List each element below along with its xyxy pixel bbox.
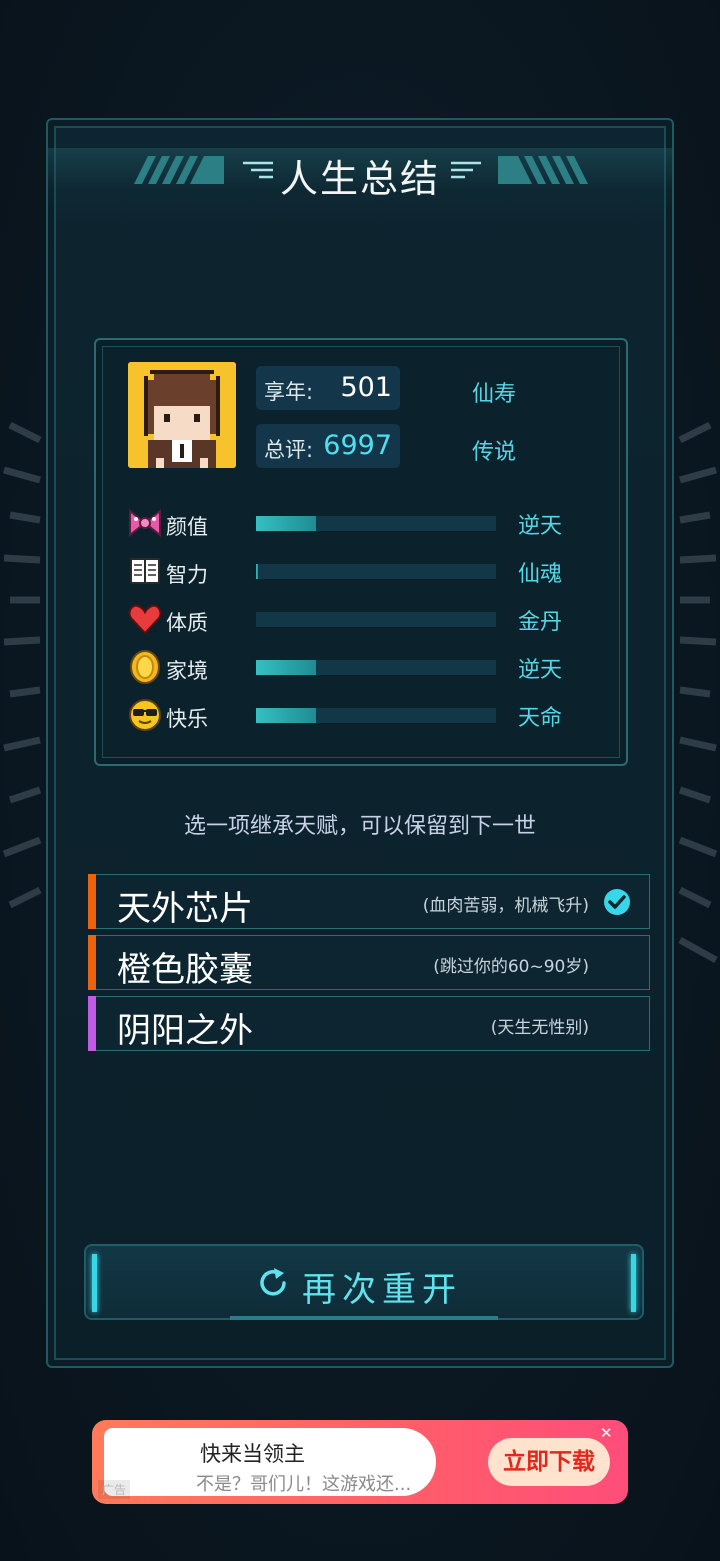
score-label: 总评:	[264, 438, 314, 462]
talent-desc: (跳过你的60~90岁)	[433, 957, 589, 977]
attr-bar-track	[256, 564, 496, 579]
avatar	[128, 362, 236, 468]
attr-grade: 逆天	[518, 658, 563, 683]
score-grade: 传说	[472, 440, 517, 465]
score-value: 6997	[323, 430, 392, 461]
attr-label: 智力	[166, 563, 208, 587]
attr-row-appearance: 颜值 逆天	[128, 504, 568, 544]
restart-underline	[230, 1316, 498, 1320]
sunglasses-face-icon	[129, 699, 161, 731]
talent-name: 橙色胶囊	[117, 950, 253, 990]
ad-close-icon[interactable]: ✕	[600, 1424, 613, 1442]
attr-bar-fill	[256, 564, 259, 579]
attr-row-constitution: 体质 金丹	[128, 600, 568, 640]
score-pill: 总评: 6997	[256, 424, 400, 468]
ad-title: 快来当领主	[200, 1442, 305, 1466]
page-title: 人生总结	[279, 157, 440, 201]
attr-grade: 仙魂	[518, 562, 563, 587]
stats-card: 享年: 501 仙寿 总评: 6997 传说 颜值 逆天 智力 仙魂 体质 金丹…	[94, 338, 628, 766]
attr-bar-fill	[256, 516, 316, 531]
attr-label: 快乐	[166, 707, 208, 731]
attr-bar-fill	[256, 708, 316, 723]
attr-label: 家境	[166, 659, 208, 683]
talent-color-bar	[88, 935, 96, 990]
attr-bar-fill	[256, 660, 316, 675]
age-label: 享年:	[264, 380, 314, 404]
book-icon	[130, 558, 160, 584]
check-icon	[604, 889, 630, 915]
talent-option-3[interactable]: 阴阳之外 (天生无性别)	[88, 996, 650, 1051]
heart-icon	[128, 604, 162, 635]
attr-bar-track	[256, 708, 496, 723]
attr-row-family: 家境 逆天	[128, 648, 568, 688]
restart-label: 再次重开	[302, 1270, 462, 1310]
age-grade: 仙寿	[472, 382, 517, 407]
attr-row-intelligence: 智力 仙魂	[128, 552, 568, 592]
talent-color-bar	[88, 996, 96, 1051]
attr-row-happiness: 快乐 天命	[128, 696, 568, 736]
attr-grade: 逆天	[518, 514, 563, 539]
talent-color-bar	[88, 874, 96, 929]
attr-label: 颜值	[166, 515, 208, 539]
ad-banner[interactable]: 快来当领主 不是？哥们儿！这游戏还... 广告 立即下载 ✕	[92, 1420, 628, 1504]
attr-label: 体质	[166, 611, 208, 635]
attr-grade: 金丹	[518, 610, 563, 635]
ad-subtitle: 不是？哥们儿！这游戏还...	[196, 1474, 412, 1495]
talent-name: 天外芯片	[117, 889, 253, 929]
restart-button[interactable]: 再次重开	[84, 1244, 644, 1320]
life-summary-panel: 人生总结 享年: 501 仙寿 总评: 6997 传说 颜值 逆天 智力 仙魂 …	[46, 118, 674, 1368]
attr-grade: 天命	[518, 706, 563, 731]
talent-desc: (血肉苦弱，机械飞升)	[422, 896, 589, 916]
ad-content: 快来当领主 不是？哥们儿！这游戏还...	[104, 1428, 436, 1496]
coin-icon	[130, 650, 160, 684]
attr-bar-track	[256, 660, 496, 675]
attr-bar-track	[256, 516, 496, 531]
inherit-hint: 选一项继承天赋，可以保留到下一世	[183, 814, 536, 839]
title-deco-right-icon	[451, 161, 481, 179]
attr-bar-track	[256, 612, 496, 627]
talent-desc: (天生无性别)	[490, 1018, 589, 1038]
ad-download-button[interactable]: 立即下载	[488, 1438, 610, 1486]
ad-badge: 广告	[98, 1480, 131, 1499]
talent-option-2[interactable]: 橙色胶囊 (跳过你的60~90岁)	[88, 935, 650, 990]
talent-name: 阴阳之外	[117, 1011, 253, 1051]
age-value: 501	[340, 372, 392, 403]
talent-option-1[interactable]: 天外芯片 (血肉苦弱，机械飞升)	[88, 874, 650, 929]
bow-icon	[129, 508, 161, 538]
age-pill: 享年: 501	[256, 366, 400, 410]
